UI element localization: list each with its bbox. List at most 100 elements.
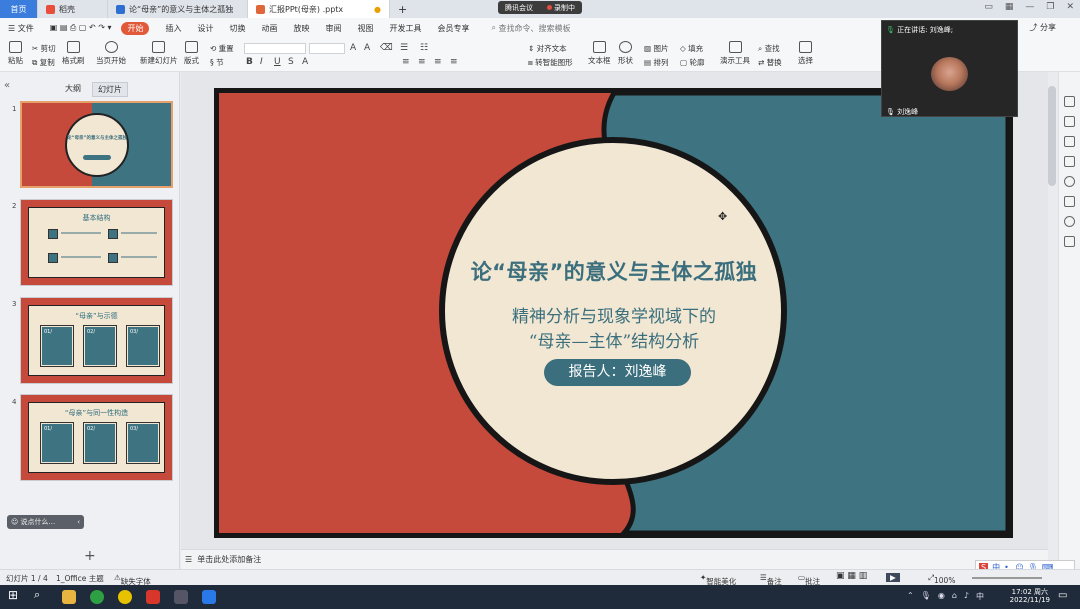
cut-button[interactable]: ✂ 剪切 (32, 43, 56, 54)
tab-home[interactable]: 首页 (0, 0, 38, 18)
clear-format-icon[interactable]: ⌫ (380, 43, 393, 53)
tray-volume-icon[interactable]: ♪ (964, 591, 969, 602)
align-text-button[interactable]: ⇕ 对齐文本 (528, 43, 567, 54)
add-slide-button[interactable]: + (84, 548, 96, 564)
layout-button[interactable]: 版式 (184, 41, 199, 66)
textbox-button[interactable]: 文本框 (588, 41, 611, 66)
view-mode-icons[interactable]: ▣ ▦ ▥ (836, 571, 867, 581)
picture-button[interactable]: ▨ 图片 (644, 43, 668, 54)
smart-beautify-button[interactable]: ✦ 智能美化 (700, 573, 736, 586)
reset-button[interactable]: ⟲ 重置 (210, 43, 234, 54)
bold-icon[interactable]: B (246, 57, 253, 67)
slide-1[interactable]: 论“母亲”的意义与主体之孤独 精神分析与现象学视域下的 “母亲—主体”结构分析 … (214, 88, 1013, 538)
justify-icon[interactable]: ≡ (450, 57, 458, 67)
meeting-status-pill[interactable]: 腾讯会议 录制中 (498, 1, 582, 14)
file-explorer-icon[interactable] (62, 590, 76, 604)
search-icon[interactable]: ⌕ (34, 588, 48, 602)
menu-member[interactable]: 会员专享 (437, 23, 469, 34)
slide-thumbnail-3[interactable]: “母亲”与示德 01/ 02/ 03/ (20, 297, 173, 384)
taskbar-clock[interactable]: 17:02 周六 2022/11/19 (1010, 588, 1050, 605)
grid-icon[interactable]: ▦ (1005, 2, 1014, 12)
zoom-level[interactable]: ⤢ 100% (928, 573, 955, 585)
share-button[interactable]: ⤴ 分享 (1029, 22, 1056, 33)
new-slide-button[interactable]: 新建幻灯片 (140, 41, 178, 66)
play-from-current-button[interactable]: 当页开始 (96, 41, 126, 66)
notification-icon[interactable]: ▭ (1058, 590, 1072, 604)
quick-access-icons[interactable]: ▣ ▤ ⎙ ▢ ↶ ↷ ▾ (50, 23, 112, 33)
command-search[interactable]: ⌕ 查找命令、搜索模板 (491, 23, 570, 34)
menu-slideshow[interactable]: 放映 (293, 23, 309, 34)
menu-home[interactable]: 开始 (121, 21, 150, 35)
tab-outline[interactable]: 大纲 (60, 82, 86, 97)
bullets-icon[interactable]: ☰ (400, 43, 408, 53)
menu-transition[interactable]: 切换 (229, 23, 245, 34)
tencent-meeting-icon[interactable] (202, 590, 216, 604)
chevron-left-icon[interactable]: ‹ (77, 518, 80, 526)
menu-view[interactable]: 视图 (357, 23, 373, 34)
comments-toggle[interactable]: ▭ 批注 (798, 573, 820, 586)
tray-mic-icon[interactable]: 🎙 (921, 591, 931, 602)
align-center-icon[interactable]: ≡ (418, 57, 426, 67)
meeting-video-window[interactable]: 🎙 正在讲话: 刘逸峰; 🎙 刘逸峰 (881, 20, 1018, 117)
slide-thumbnail-2[interactable]: 基本结构 (20, 199, 173, 286)
menu-animation[interactable]: 动画 (261, 23, 277, 34)
settings-icon[interactable] (174, 590, 188, 604)
convert-smartart-button[interactable]: ⧈ 转智能图形 (528, 57, 573, 68)
theme-name[interactable]: 1_Office 主题 (56, 573, 104, 584)
vertical-scrollbar[interactable] (1048, 86, 1056, 186)
wps-icon[interactable] (146, 590, 160, 604)
slide-thumbnail-1[interactable]: 论“母亲”的意义与主体之孤独 (20, 101, 173, 188)
restore-icon[interactable]: ❐ (1046, 2, 1054, 12)
tray-network-icon[interactable]: ⌂ (952, 591, 957, 602)
tab-document[interactable]: 论“母亲”的意义与主体之孤独 (108, 0, 248, 18)
help-icon[interactable] (1064, 176, 1075, 187)
find-button[interactable]: ⌕ 查找 (758, 43, 780, 54)
menu-insert[interactable]: 插入 (165, 23, 181, 34)
tray-ime-icon[interactable]: 中 (976, 591, 984, 602)
select-button[interactable]: 选择 (798, 41, 813, 66)
slide-title[interactable]: 论“母亲”的意义与主体之孤独 (439, 256, 789, 286)
strikethrough-icon[interactable]: S (288, 57, 294, 67)
align-left-icon[interactable]: ≡ (402, 57, 410, 67)
font-name-field[interactable] (244, 43, 306, 54)
menu-file[interactable]: ☰ 文件 (8, 23, 34, 34)
properties-icon[interactable] (1064, 96, 1075, 107)
location-icon[interactable] (1064, 216, 1075, 227)
slide-subtitle-line-1[interactable]: 精神分析与现象学视域下的 (434, 302, 794, 327)
font-size-up-icon[interactable]: A (350, 43, 356, 53)
minimize-icon[interactable]: — (1025, 2, 1034, 12)
font-size-down-icon[interactable]: A (364, 43, 370, 53)
slide-subtitle-line-2[interactable]: “母亲—主体”结构分析 (434, 327, 794, 352)
presentation-tools-button[interactable]: 演示工具 (720, 41, 750, 66)
shape-button[interactable]: 形状 (618, 41, 633, 66)
pin-icon[interactable] (1064, 136, 1075, 147)
browser-icon[interactable] (90, 590, 104, 604)
font-color-icon[interactable]: A (302, 57, 308, 67)
layout-icon[interactable]: ▭ (984, 2, 993, 12)
adjust-icon[interactable] (1064, 116, 1075, 127)
collapse-panel-icon[interactable]: « (4, 80, 10, 91)
arrange-button[interactable]: ▤ 排列 (644, 57, 668, 68)
font-size-field[interactable] (309, 43, 345, 54)
menu-design[interactable]: 设计 (197, 23, 213, 34)
outline-button[interactable]: ▢ 轮廓 (680, 57, 704, 68)
replace-button[interactable]: ⇄ 替换 (758, 57, 782, 68)
tray-up-icon[interactable]: ⌃ (907, 591, 914, 602)
chat-input[interactable]: ☺ 说点什么... ‹ (7, 515, 84, 529)
tray-app-icon[interactable]: ◉ (938, 591, 945, 602)
align-right-icon[interactable]: ≡ (434, 57, 442, 67)
missing-font-button[interactable]: ⚠ 缺失字体 (114, 573, 151, 586)
tab-slides[interactable]: 幻灯片 (92, 82, 128, 97)
play-slideshow-button[interactable]: ▶ (886, 573, 900, 582)
copy-button[interactable]: ⧉ 复制 (32, 57, 55, 68)
menu-review[interactable]: 审阅 (325, 23, 341, 34)
new-tab-button[interactable]: + (390, 0, 415, 18)
zoom-slider[interactable] (972, 577, 1042, 579)
notes-bar[interactable]: ☰ 单击此处添加备注 (181, 549, 1048, 569)
windows-start-icon[interactable]: ⊞ (8, 588, 22, 602)
tab-presentation[interactable]: 汇报PPt(母亲) .pptx ● (248, 0, 390, 18)
fill-button[interactable]: ◇ 填充 (680, 43, 703, 54)
tab-docer[interactable]: 稻壳 (38, 0, 108, 18)
section-button[interactable]: § 节 (210, 57, 224, 68)
chrome-icon[interactable] (118, 590, 132, 604)
